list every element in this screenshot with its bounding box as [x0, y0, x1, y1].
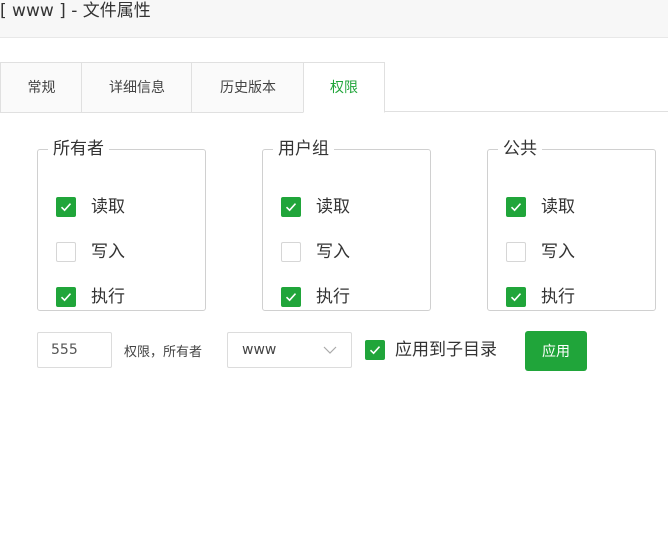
public-permissions-group: 公共 读取 写入 执行 — [487, 139, 656, 311]
checkbox-label: 写入 — [541, 242, 575, 262]
group-permissions-group: 用户组 读取 写入 执行 — [262, 139, 431, 311]
check-icon — [369, 346, 381, 355]
checkbox-label: 读取 — [91, 197, 125, 217]
check-icon — [285, 293, 297, 302]
owner-select[interactable]: www — [227, 332, 352, 368]
owner-permissions-group: 所有者 读取 写入 执行 — [37, 139, 206, 311]
check-icon — [510, 203, 522, 212]
apply-button[interactable]: 应用 — [525, 331, 587, 371]
chevron-down-icon — [323, 346, 337, 354]
group-title-public: 公共 — [503, 139, 537, 159]
checkbox-box[interactable] — [281, 242, 301, 262]
checkbox-box[interactable] — [281, 287, 301, 307]
owner-select-value: www — [242, 342, 277, 358]
checkbox-box[interactable] — [365, 340, 385, 360]
title-bar: [ www ] - 文件属性 — [0, 0, 668, 38]
check-icon — [60, 203, 72, 212]
checkbox-box[interactable] — [506, 242, 526, 262]
checkbox-box[interactable] — [56, 197, 76, 217]
checkbox-label: 执行 — [316, 287, 350, 307]
checkbox-label: 执行 — [91, 287, 125, 307]
checkbox-box[interactable] — [56, 242, 76, 262]
tab-bar: 常规 详细信息 历史版本 权限 — [0, 62, 668, 113]
group-title-owner: 所有者 — [53, 139, 104, 159]
permission-value-input[interactable] — [37, 332, 112, 368]
checkbox-label: 读取 — [541, 197, 575, 217]
checkbox-label: 应用到子目录 — [395, 340, 497, 360]
tab-permissions[interactable]: 权限 — [303, 62, 385, 113]
permission-owner-label: 权限，所有者 — [124, 345, 203, 360]
checkbox-label: 写入 — [91, 242, 125, 262]
checkbox-label: 写入 — [316, 242, 350, 262]
check-icon — [510, 293, 522, 302]
check-icon — [60, 293, 72, 302]
check-icon — [285, 203, 297, 212]
checkbox-box[interactable] — [281, 197, 301, 217]
window-title: [ www ] - 文件属性 — [0, 1, 151, 21]
checkbox-box[interactable] — [506, 287, 526, 307]
tab-details[interactable]: 详细信息 — [81, 62, 192, 113]
checkbox-box[interactable] — [56, 287, 76, 307]
checkbox-label: 执行 — [541, 287, 575, 307]
tab-history[interactable]: 历史版本 — [191, 62, 304, 113]
checkbox-label: 读取 — [316, 197, 350, 217]
tab-general[interactable]: 常规 — [0, 62, 82, 113]
group-title-usergroup: 用户组 — [278, 139, 329, 159]
checkbox-box[interactable] — [506, 197, 526, 217]
